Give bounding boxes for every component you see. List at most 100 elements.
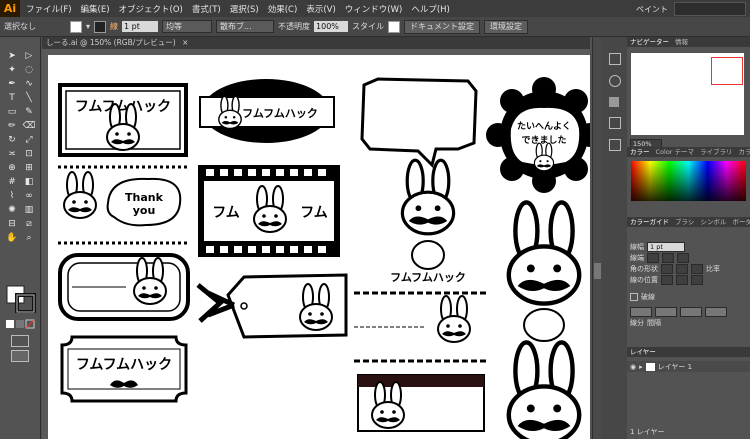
curvature-tool-icon[interactable]: ∿ [22,77,36,90]
slice-tool-icon[interactable]: ⧄ [22,217,36,230]
cap-butt-icon[interactable] [647,252,659,263]
tab-color[interactable]: カラー [630,147,650,157]
artboard[interactable]: フムフムハック Thank you フムフムハック フムフムハック フム フム … [48,55,590,439]
expand-triangle-icon[interactable]: ▸ [639,363,643,371]
rotate-tool-icon[interactable]: ↻ [5,133,19,146]
graph-tool-icon[interactable]: ▥ [22,203,36,216]
speech-bubble[interactable] [360,77,478,168]
selection-tool-icon[interactable]: ➤ [5,49,19,62]
align-center-icon[interactable] [661,274,673,285]
sticker-rounded-label[interactable] [58,253,190,321]
menu-object[interactable]: オブジェクト(O) [119,3,183,15]
shape-builder-tool-icon[interactable]: ⊕ [5,161,19,174]
tab-info[interactable]: 情報 [675,37,688,47]
tab-color-themes[interactable]: Color テーマ [656,147,695,157]
info-panel-icon[interactable] [609,75,621,87]
color-panel-icon[interactable] [609,97,619,107]
lasso-tool-icon[interactable]: ◌ [22,63,36,76]
document-setup-button[interactable]: ドキュメント設定 [404,19,481,34]
navigator-preview[interactable] [631,53,744,135]
document-tab[interactable]: しーる.ai @ 150% (RGB/プレビュー) × [42,37,590,49]
dash-field-1[interactable] [630,306,652,317]
workspace-switcher[interactable]: ペイント [636,4,668,15]
profile-dropdown[interactable]: 均等 [162,20,213,33]
corner-bevel-icon[interactable] [691,263,703,274]
tab-color-guide[interactable]: カラーガイド [630,217,669,227]
stroke-width-field[interactable]: 1 pt [122,21,159,32]
screen-mode-icon[interactable] [11,350,29,362]
tab-border[interactable]: ボーダーライ [732,217,750,227]
sticker-fancy-label[interactable]: フムフムハック [60,335,188,403]
perspective-tool-icon[interactable]: ⊞ [22,161,36,174]
sticker-banner[interactable] [357,374,485,432]
artboard-tool-icon[interactable]: ⊟ [5,217,19,230]
menu-window[interactable]: ウィンドウ(W) [345,3,403,15]
scroll-thumb[interactable] [594,263,601,279]
menu-help[interactable]: ヘルプ(H) [411,3,450,15]
gradient-tool-icon[interactable]: ◧ [22,175,36,188]
color-mode-icons[interactable] [6,319,36,329]
gap-field-1[interactable] [655,306,677,317]
opacity-field[interactable]: 100% [314,21,349,32]
corner-miter-icon[interactable] [661,263,673,274]
free-transform-tool-icon[interactable]: ⊡ [22,147,36,160]
sticker-flower-badge[interactable]: たいへんよく できました [486,77,590,193]
dash-field-2[interactable] [680,306,702,317]
opacity-label[interactable]: 不透明度 [278,21,310,32]
brushes-panel-icon[interactable] [609,139,621,151]
brush-dropdown[interactable]: 散布ブ... [216,20,275,33]
paintbrush-tool-icon[interactable]: ✎ [22,105,36,118]
sticker-thank-you[interactable]: Thank you [63,171,182,227]
dash-checkbox[interactable] [630,292,638,301]
type-tool-icon[interactable]: T [5,91,19,104]
navigator-view-box[interactable] [711,57,743,85]
tab-libraries[interactable]: ライブラリ [700,147,733,157]
mesh-tool-icon[interactable]: # [5,175,19,188]
magic-wand-tool-icon[interactable]: ✦ [5,63,19,76]
menu-effect[interactable]: 効果(C) [268,3,298,15]
color-spectrum[interactable] [631,161,746,201]
menu-select[interactable]: 選択(S) [230,3,259,15]
cap-square-icon[interactable] [677,252,689,263]
style-swatch[interactable] [388,20,401,33]
align-outside-icon[interactable] [691,274,703,285]
symbol-sprayer-tool-icon[interactable]: ✺ [5,203,19,216]
layer-name[interactable]: レイヤー 1 [658,362,692,372]
stroke-swatch[interactable] [94,20,107,33]
rectangle-tool-icon[interactable]: ▭ [5,105,19,118]
fill-stroke-indicator[interactable] [6,285,36,313]
gap-field-2[interactable] [705,306,727,317]
tab-layers[interactable]: レイヤー [630,347,656,357]
corner-round-icon[interactable] [676,263,688,274]
blend-tool-icon[interactable]: ∞ [22,189,36,202]
layer-row[interactable]: ◉ ▸ レイヤー 1 [627,361,750,372]
scale-tool-icon[interactable]: ⤢ [22,133,36,146]
cap-round-icon[interactable] [662,252,674,263]
sticker-oval-badge[interactable]: フムフムハック [199,79,335,143]
hand-tool-icon[interactable]: ✋ [5,231,19,244]
preferences-button[interactable]: 環境設定 [484,19,529,34]
tab-navigator[interactable]: ナビゲーター [630,37,669,47]
menu-view[interactable]: 表示(V) [306,3,335,15]
menu-file[interactable]: ファイル(F) [26,3,72,15]
eraser-tool-icon[interactable]: ⌫ [22,119,36,132]
menu-edit[interactable]: 編集(E) [81,3,110,15]
pen-tool-icon[interactable]: ✒ [5,77,19,90]
canvas-area[interactable]: フムフムハック Thank you フムフムハック フムフムハック フム フム … [42,49,590,439]
fill-dropdown-icon[interactable]: ▾ [86,22,90,31]
draw-mode-icon[interactable] [11,335,29,347]
search-input[interactable] [674,2,746,16]
line-tool-icon[interactable]: ╲ [22,91,36,104]
weight-field[interactable]: 1 pt [647,241,685,252]
eyedropper-tool-icon[interactable]: ⌇ [5,189,19,202]
visibility-eye-icon[interactable]: ◉ [630,363,636,371]
tab-brushes[interactable]: ブラシ [675,217,694,227]
width-tool-icon[interactable]: ≍ [5,147,19,160]
sticker-film-strip[interactable]: フム フム [198,165,340,257]
align-inside-icon[interactable] [676,274,688,285]
direct-selection-tool-icon[interactable]: ▷ [22,49,36,62]
tab-symbols[interactable]: シンボル [700,217,726,227]
sticker-label-1[interactable]: フムフムハック [58,83,188,157]
fill-swatch[interactable] [70,20,82,33]
sticker-tag[interactable] [196,273,348,339]
